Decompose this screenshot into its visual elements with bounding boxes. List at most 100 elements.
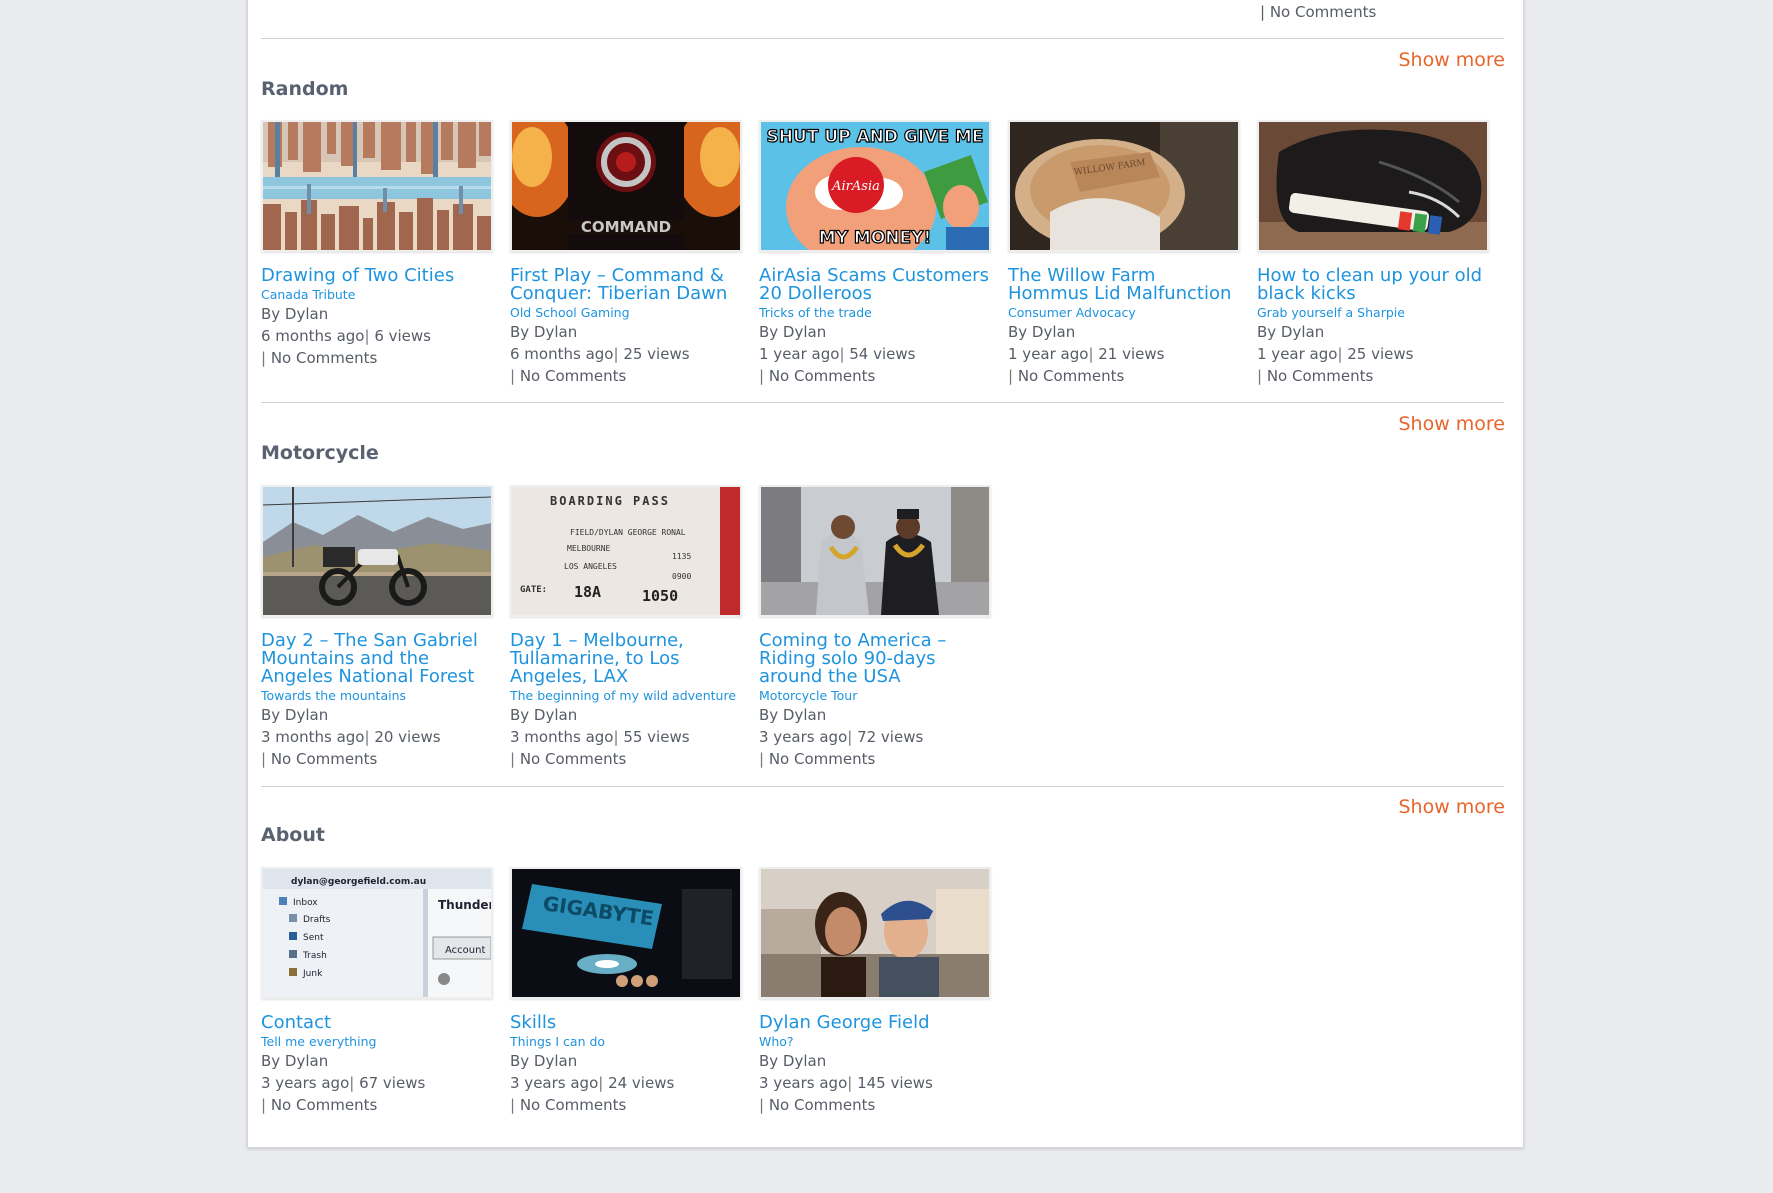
post-card: Dylan George Field Who? By Dylan 3 years…	[759, 867, 991, 1116]
post-views: 67 views	[359, 1074, 426, 1092]
selfie-image	[761, 869, 989, 997]
post-thumbnail[interactable]	[759, 867, 991, 999]
post-age: 1 year ago	[1257, 345, 1338, 363]
svg-text:Trash: Trash	[302, 951, 327, 961]
post-subtitle[interactable]: Tell me everything	[261, 1034, 493, 1050]
divider	[261, 786, 1504, 787]
post-comments-link[interactable]: No Comments	[271, 750, 377, 768]
post-author: By Dylan	[510, 706, 578, 724]
post-author: By Dylan	[759, 1052, 827, 1070]
post-author: By Dylan	[510, 1052, 578, 1070]
post-thumbnail[interactable]: GIGABYTE	[510, 867, 742, 999]
post-views: 54 views	[849, 345, 916, 363]
post-comments-link[interactable]: No Comments	[769, 750, 875, 768]
post-subtitle[interactable]: The beginning of my wild adventure	[510, 688, 742, 704]
post-author: By Dylan	[759, 706, 827, 724]
svg-text:AirAsia: AirAsia	[831, 179, 880, 194]
post-subtitle[interactable]: Consumer Advocacy	[1008, 305, 1240, 321]
post-subtitle[interactable]: Tricks of the trade	[759, 305, 991, 321]
post-age: 3 years ago	[510, 1074, 599, 1092]
post-card: BOARDING PASS FIELD/DYLAN GEORGE RONAL M…	[510, 485, 742, 770]
post-title-link[interactable]: Drawing of Two Cities	[261, 267, 493, 285]
svg-text:0900: 0900	[672, 572, 691, 581]
post-thumbnail[interactable]: AirAsia SHUT UP AND GIVE ME MY MONEY!	[759, 120, 991, 252]
post-comments-link[interactable]: No Comments	[271, 349, 377, 367]
show-more-link[interactable]: Show more	[1398, 413, 1505, 435]
post-title-link[interactable]: How to clean up your old black kicks	[1257, 267, 1489, 303]
post-title-link[interactable]: The Willow Farm Hommus Lid Malfunction	[1008, 267, 1240, 303]
svg-text:Sent: Sent	[303, 933, 324, 943]
post-comments-link[interactable]: No Comments	[1018, 367, 1124, 385]
post-thumbnail[interactable]: dylan@georgefield.com.au Inbox Drafts Se…	[261, 867, 493, 999]
post-subtitle[interactable]: Who?	[759, 1034, 991, 1050]
post-comments-link[interactable]: No Comments	[520, 1096, 626, 1114]
hommus-lid-image: WILLOW FARM	[1010, 122, 1238, 250]
meme-image: AirAsia SHUT UP AND GIVE ME MY MONEY!	[761, 122, 989, 250]
svg-text:1050: 1050	[642, 587, 678, 605]
post-author: By Dylan	[261, 305, 329, 323]
post-subtitle[interactable]: Things I can do	[510, 1034, 742, 1050]
post-views: 24 views	[608, 1074, 675, 1092]
post-comments-link[interactable]: No Comments	[769, 367, 875, 385]
post-age: 1 year ago	[1008, 345, 1089, 363]
post-title-link[interactable]: First Play – Command & Conquer: Tiberian…	[510, 267, 742, 303]
post-age: 3 months ago	[510, 728, 614, 746]
svg-text:BOARDING PASS: BOARDING PASS	[550, 494, 670, 508]
post-title-link[interactable]: Dylan George Field	[759, 1014, 991, 1032]
post-author: By Dylan	[510, 323, 578, 341]
post-subtitle[interactable]: Motorcycle Tour	[759, 688, 991, 704]
show-more-link[interactable]: Show more	[1398, 49, 1505, 71]
post-card: Day 2 – The San Gabriel Mountains and th…	[261, 485, 493, 770]
command-conquer-image: COMMAND	[512, 122, 740, 250]
post-subtitle[interactable]: Grab yourself a Sharpie	[1257, 305, 1489, 321]
post-comments-link[interactable]: No Comments	[520, 750, 626, 768]
post-views: 72 views	[857, 728, 924, 746]
post-title-link[interactable]: Day 1 – Melbourne, Tullamarine, to Los A…	[510, 632, 742, 686]
post-comments-link[interactable]: No Comments	[520, 367, 626, 385]
svg-text:Junk: Junk	[302, 969, 323, 979]
svg-text:1135: 1135	[672, 552, 691, 561]
black-shoe-image	[1259, 122, 1487, 250]
post-title-link[interactable]: AirAsia Scams Customers 20 Dolleroos	[759, 267, 991, 303]
post-thumbnail[interactable]	[261, 120, 493, 252]
post-thumbnail[interactable]	[759, 485, 991, 617]
post-comments-link[interactable]: No Comments	[271, 1096, 377, 1114]
svg-text:Inbox: Inbox	[293, 898, 318, 908]
post-card: dylan@georgefield.com.au Inbox Drafts Se…	[261, 867, 493, 1116]
coming-to-america-image	[761, 487, 989, 615]
svg-text:MELBOURNE: MELBOURNE	[567, 544, 611, 553]
post-thumbnail[interactable]: WILLOW FARM	[1008, 120, 1240, 252]
post-age: 6 months ago	[261, 327, 365, 345]
post-thumbnail[interactable]: COMMAND	[510, 120, 742, 252]
svg-text:MY MONEY!: MY MONEY!	[819, 228, 931, 248]
post-thumbnail[interactable]: BOARDING PASS FIELD/DYLAN GEORGE RONAL M…	[510, 485, 742, 617]
post-comments-link[interactable]: No Comments	[769, 1096, 875, 1114]
svg-text:Thunderl: Thunderl	[438, 898, 491, 912]
post-comments-link[interactable]: No Comments	[1267, 367, 1373, 385]
svg-text:Drafts: Drafts	[303, 915, 331, 925]
show-more-link[interactable]: Show more	[1398, 796, 1505, 818]
top-comments-link[interactable]: | No Comments	[1260, 3, 1376, 21]
post-age: 3 years ago	[759, 1074, 848, 1092]
motherboard-image: GIGABYTE	[512, 869, 740, 997]
post-title-link[interactable]: Contact	[261, 1014, 493, 1032]
post-age: 3 months ago	[261, 728, 365, 746]
post-title-link[interactable]: Day 2 – The San Gabriel Mountains and th…	[261, 632, 493, 686]
post-thumbnail[interactable]	[1257, 120, 1489, 252]
svg-text:LOS ANGELES: LOS ANGELES	[564, 562, 617, 571]
post-title-link[interactable]: Skills	[510, 1014, 742, 1032]
post-subtitle[interactable]: Towards the mountains	[261, 688, 493, 704]
motorcycle-image	[263, 487, 491, 615]
post-views: 145 views	[857, 1074, 933, 1092]
post-card: Drawing of Two Cities Canada Tribute By …	[261, 120, 493, 369]
post-thumbnail[interactable]	[261, 485, 493, 617]
section-title-motorcycle: Motorcycle	[261, 442, 379, 464]
post-author: By Dylan	[261, 1052, 329, 1070]
post-views: 25 views	[1347, 345, 1414, 363]
post-author: By Dylan	[261, 706, 329, 724]
post-subtitle[interactable]: Old School Gaming	[510, 305, 742, 321]
svg-text:dylan@georgefield.com.au: dylan@georgefield.com.au	[291, 877, 426, 887]
post-subtitle[interactable]: Canada Tribute	[261, 287, 493, 303]
post-views: 21 views	[1098, 345, 1165, 363]
post-title-link[interactable]: Coming to America – Riding solo 90-days …	[759, 632, 991, 686]
